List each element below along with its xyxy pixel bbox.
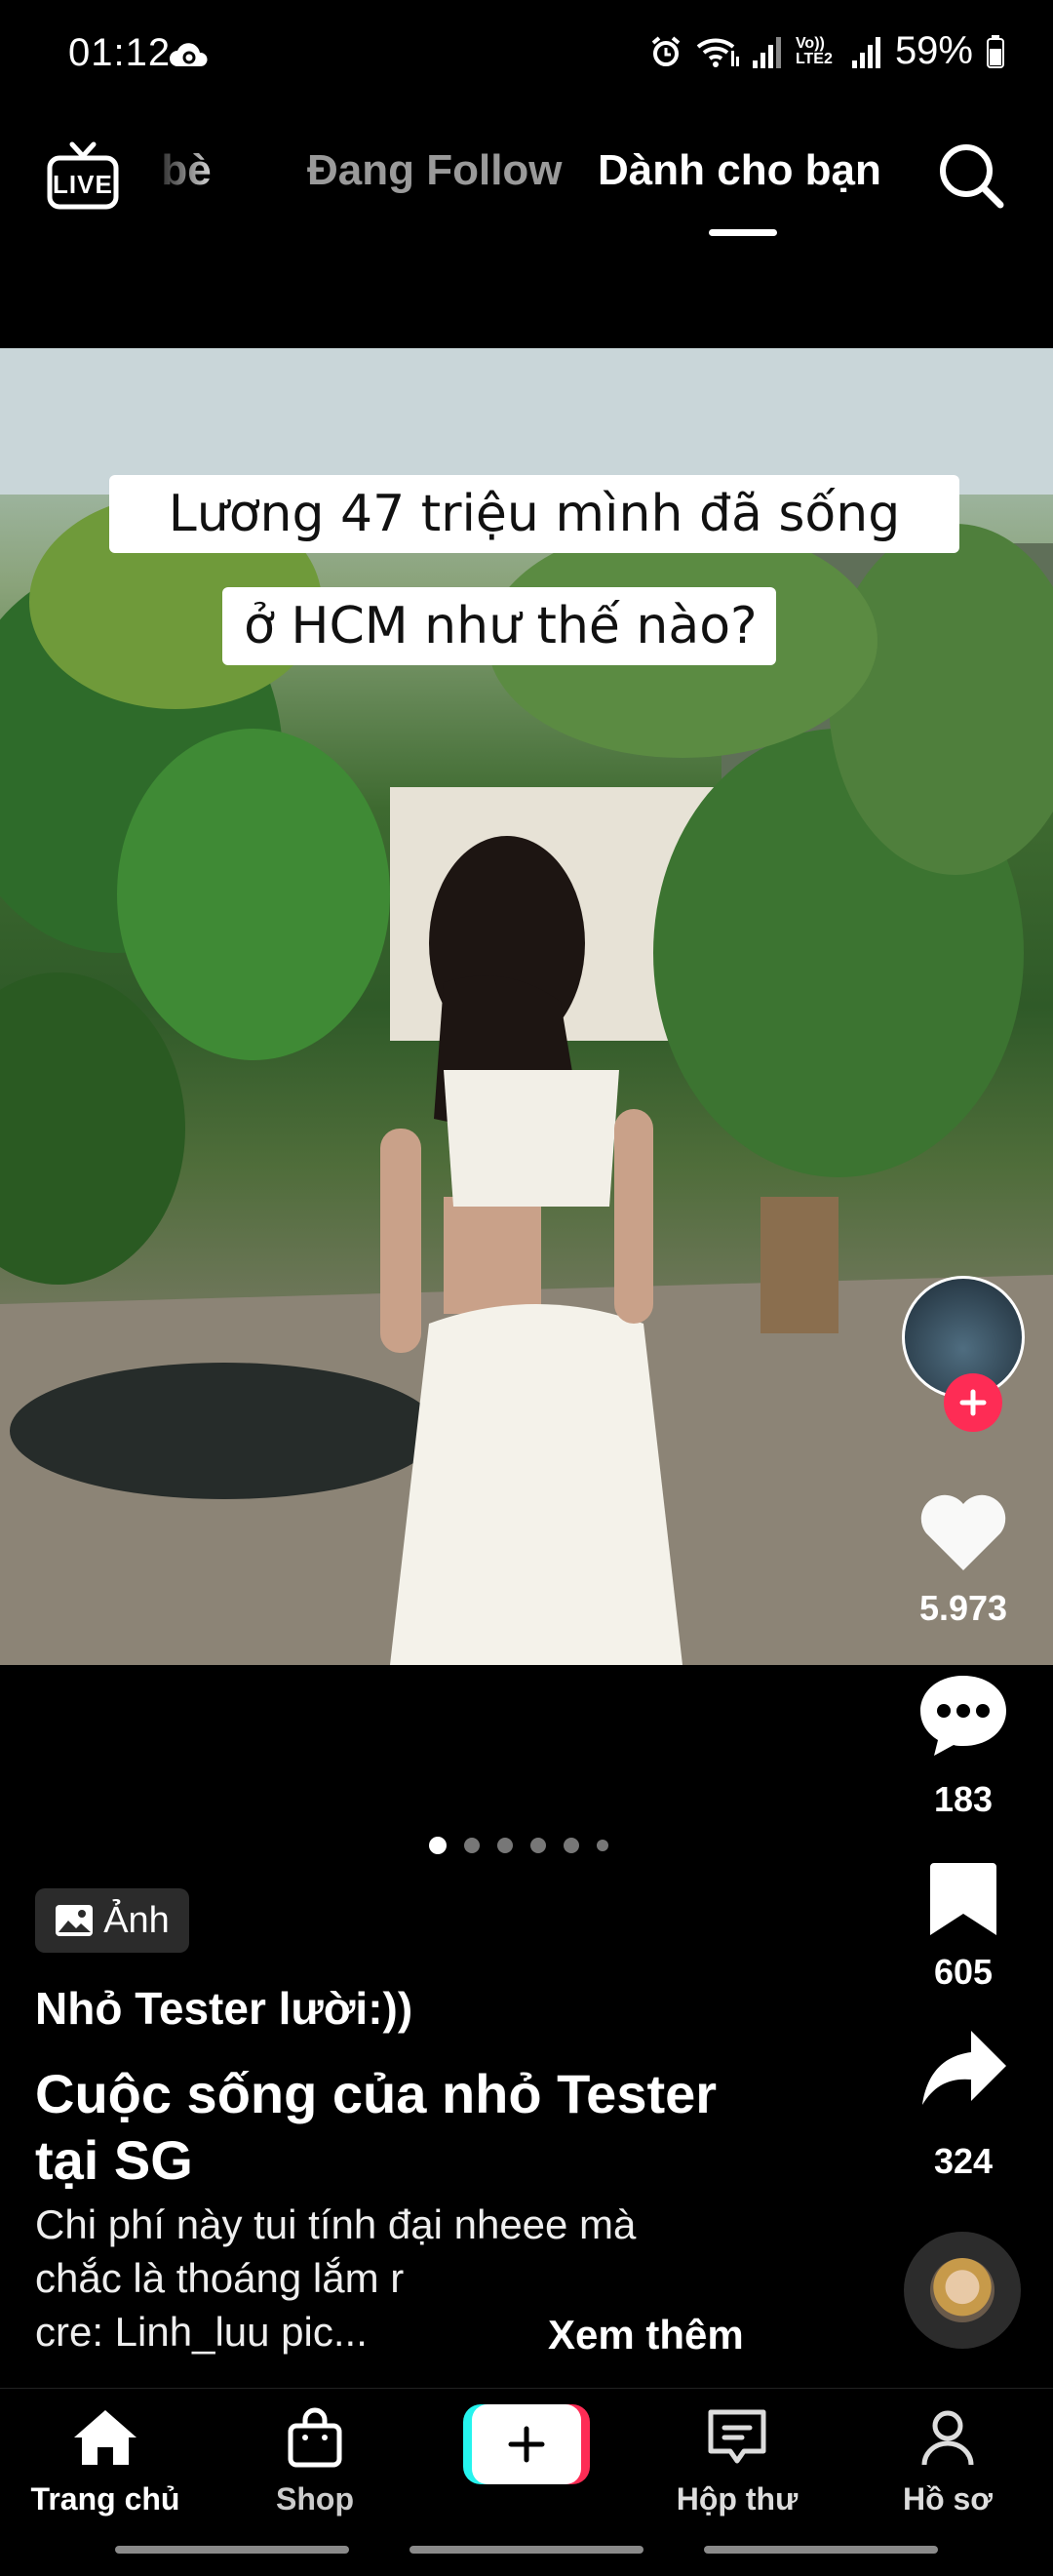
carousel-dots [429, 1837, 608, 1854]
creator-username[interactable]: Nhỏ Tester lười:)) [35, 1982, 412, 2035]
home-icon [74, 2410, 136, 2465]
create-button[interactable] [463, 2404, 590, 2484]
shopping-bag-icon [288, 2407, 342, 2468]
comment-count: 183 [933, 1779, 994, 1819]
alarm-icon [651, 35, 681, 66]
save-count: 605 [933, 1952, 994, 1992]
photo-badge-label: Ảnh [103, 1899, 170, 1941]
tab-friends[interactable]: Bạn bè [146, 146, 212, 195]
comment-icon[interactable] [916, 1670, 1010, 1760]
nav-profile[interactable]: Hồ sơ [860, 2406, 1035, 2517]
signal-icon-2 [851, 36, 880, 68]
carousel-dot[interactable] [564, 1838, 579, 1853]
gesture-bar-home[interactable] [410, 2546, 644, 2554]
nav-shop-label: Shop [276, 2481, 354, 2517]
bookmark-icon[interactable] [926, 1859, 1000, 1937]
tab-following[interactable]: Đang Follow [307, 146, 563, 195]
nav-home[interactable]: Trang chủ [18, 2406, 193, 2517]
gesture-bar-recents[interactable] [704, 2546, 938, 2554]
creator-avatar-button[interactable] [902, 1276, 1029, 1432]
battery-percent: 59% [894, 29, 973, 72]
search-icon[interactable] [936, 140, 1006, 211]
carousel-dot[interactable] [429, 1837, 447, 1854]
description-line: chắc là thoáng lắm r [35, 2255, 405, 2301]
cloud-sync-icon [170, 43, 208, 66]
sound-disc-avatar [930, 2258, 994, 2322]
status-bar: 01:12 Vo)) LTE2 59% [0, 0, 1053, 107]
share-count: 324 [933, 2141, 994, 2181]
profile-icon [921, 2410, 974, 2466]
image-icon [56, 1905, 94, 1936]
plus-icon [959, 1389, 987, 1416]
follow-button[interactable] [944, 1373, 1002, 1432]
plus-icon [508, 2426, 545, 2463]
post-photo[interactable]: Lương 47 triệu mình đã sống ở HCM như th… [0, 348, 1053, 1665]
nav-inbox-label: Hộp thư [676, 2481, 799, 2517]
photo-caption-line-2: ở HCM như thế nào? [222, 587, 776, 665]
inbox-icon [708, 2409, 766, 2464]
active-tab-indicator [709, 229, 777, 236]
photo-caption-line-1: Lương 47 triệu mình đã sống [109, 475, 959, 553]
status-time: 01:12 [68, 31, 172, 74]
carousel-dot[interactable] [530, 1838, 546, 1853]
carousel-dot[interactable] [464, 1838, 480, 1853]
gesture-bar-back[interactable] [115, 2546, 349, 2554]
top-nav: LIVE Bạn bè Đang Follow Dành cho bạn [0, 127, 1053, 244]
description-line: Chi phí này tui tính đại nheee mà [35, 2201, 637, 2247]
nav-home-label: Trang chủ [30, 2481, 180, 2517]
nav-shop[interactable]: Shop [227, 2406, 403, 2517]
signal-icon [752, 36, 781, 68]
like-count: 5.973 [918, 1588, 1008, 1628]
battery-icon [987, 34, 1004, 68]
post-title: Cuộc sống của nhỏ Tester tại SG [35, 2063, 718, 2191]
status-icons: Vo)) LTE2 59% [649, 29, 1004, 73]
see-more-button[interactable]: Xem thêm [548, 2312, 744, 2358]
nav-profile-label: Hồ sơ [902, 2481, 994, 2517]
sound-disc-button[interactable] [904, 2232, 1021, 2349]
photo-mode-badge: Ảnh [35, 1888, 189, 1953]
live-label: LIVE [53, 170, 113, 199]
tab-for-you[interactable]: Dành cho bạn [598, 146, 881, 195]
carousel-dot[interactable] [497, 1838, 513, 1853]
wifi-icon [696, 38, 739, 67]
carousel-dot[interactable] [597, 1840, 608, 1851]
nav-inbox[interactable]: Hộp thư [649, 2406, 825, 2517]
live-button[interactable]: LIVE [45, 139, 121, 215]
network-label: Vo)) LTE2 [795, 34, 833, 67]
share-icon[interactable] [920, 2027, 1008, 2111]
heart-icon[interactable] [916, 1492, 1010, 1574]
